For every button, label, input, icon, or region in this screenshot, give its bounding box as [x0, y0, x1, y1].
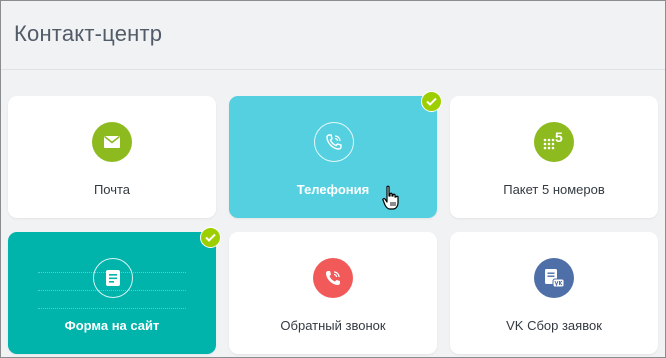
tile-label: Телефония [296, 182, 370, 197]
tile-telephony[interactable]: Телефония [229, 96, 437, 218]
vk-form-icon [534, 258, 574, 298]
checkmark-icon [200, 227, 221, 248]
number-pack-icon: 5 [534, 122, 574, 162]
tile-callback[interactable]: Обратный звонок [229, 232, 437, 354]
tile-label: Почта [93, 182, 131, 197]
tile-label: Обратный звонок [280, 318, 386, 333]
hand-cursor-icon [381, 185, 401, 216]
tile-number-pack[interactable]: 5 Пакет 5 номеров [450, 96, 658, 218]
envelope-icon [92, 122, 132, 162]
header-divider [1, 69, 665, 70]
phone-icon [314, 122, 354, 162]
decorative-dots [38, 308, 186, 310]
tile-vk-leads[interactable]: VK Сбор заявок [450, 232, 658, 354]
tile-mail[interactable]: Почта [8, 96, 216, 218]
tile-label: VK Сбор заявок [506, 318, 602, 333]
page-title: Контакт-центр [14, 21, 163, 46]
number-pack-badge: 5 [555, 129, 563, 145]
form-icon [93, 258, 133, 298]
checkmark-icon [421, 91, 442, 112]
contact-center-panel: Контакт-центр Почта Телефония 5 Пакет 5 … [0, 0, 666, 358]
tile-site-form[interactable]: Форма на сайт [8, 232, 216, 354]
callback-icon [313, 258, 353, 298]
tile-label: Форма на сайт [64, 318, 160, 333]
tile-label: Пакет 5 номеров [503, 182, 605, 197]
